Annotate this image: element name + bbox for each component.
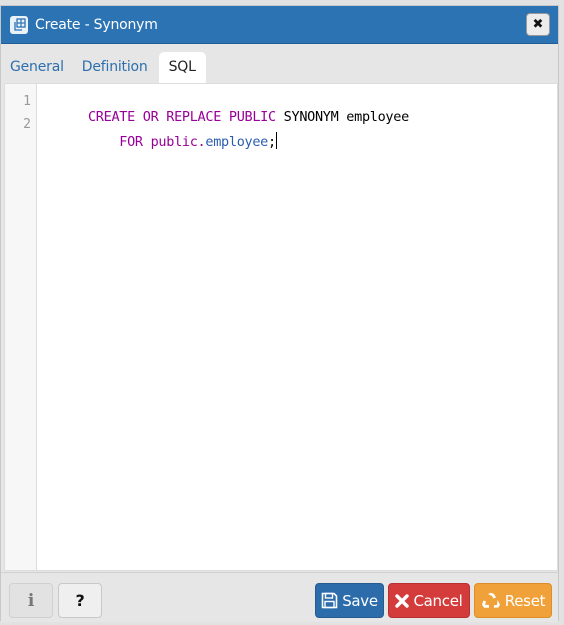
tab-bar: General Definition SQL <box>1 45 558 83</box>
save-label: Save <box>342 591 378 610</box>
tab-sql[interactable]: SQL <box>158 52 206 83</box>
cancel-button[interactable]: Cancel <box>388 583 470 618</box>
sql-text: SYNONYM employee <box>275 109 410 125</box>
line-number-gutter: 1 2 <box>5 84 37 570</box>
sql-object-name: employee <box>205 134 269 150</box>
reset-label: Reset <box>504 591 546 610</box>
line-number: 2 <box>23 117 31 132</box>
sql-editor[interactable]: 1 2 CREATE OR REPLACE PUBLIC SYNONYM emp… <box>4 83 558 571</box>
cancel-label: Cancel <box>413 591 463 610</box>
close-icon: ✖ <box>532 17 544 32</box>
reset-button[interactable]: Reset <box>474 583 552 618</box>
sql-keyword: FOR <box>87 134 143 150</box>
x-icon <box>395 593 410 608</box>
save-button[interactable]: Save <box>315 583 384 618</box>
create-synonym-dialog: Create - Synonym ✖ General Definition SQ… <box>0 5 559 622</box>
help-icon: ? <box>75 591 85 610</box>
line-number: 1 <box>23 94 31 109</box>
info-icon: i <box>27 590 35 611</box>
close-button[interactable]: ✖ <box>526 13 550 36</box>
sql-semicolon: ; <box>268 134 276 150</box>
code-line-2[interactable]: FOR public.employee; <box>41 116 277 166</box>
synonym-table-icon <box>10 15 28 34</box>
tab-definition[interactable]: Definition <box>73 52 157 83</box>
dialog-title: Create - Synonym <box>35 16 158 33</box>
text-cursor <box>275 132 277 149</box>
dialog-titlebar[interactable]: Create - Synonym ✖ <box>1 6 558 44</box>
floppy-disk-icon <box>321 592 338 609</box>
info-button[interactable]: i <box>9 583 53 618</box>
dialog-footer: i ? Save Cancel Reset <box>1 572 558 622</box>
sql-schema: public. <box>142 134 206 150</box>
recycle-icon <box>481 592 501 610</box>
tab-general[interactable]: General <box>1 52 73 83</box>
help-button[interactable]: ? <box>58 583 102 618</box>
